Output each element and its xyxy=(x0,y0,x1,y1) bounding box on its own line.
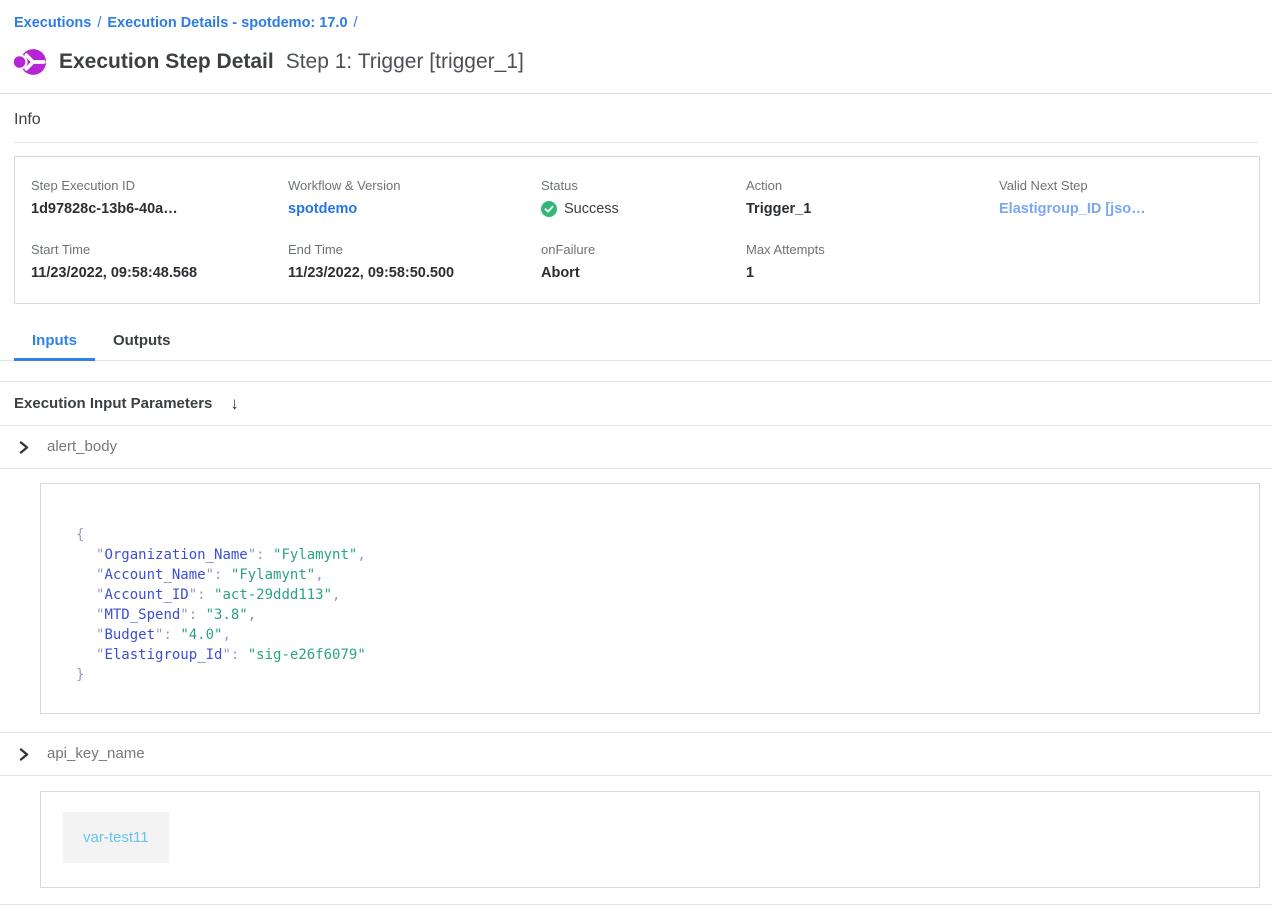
field-label: Status xyxy=(541,178,746,193)
field-label: Action xyxy=(746,178,999,193)
field-end-time: End Time 11/23/2022, 09:58:50.500 xyxy=(288,242,541,281)
param-label-alert-body: alert_body xyxy=(47,438,117,455)
field-label: End Time xyxy=(288,242,541,257)
execution-input-parameters-header: Execution Input Parameters ↓ xyxy=(0,382,1272,426)
field-step-execution-id: Step Execution ID 1d97828c-13b6-40a… xyxy=(31,178,288,217)
step-execution-id-value: 1d97828c-13b6-40a… xyxy=(31,201,288,217)
page-header: Execution Step Detail Step 1: Trigger [t… xyxy=(0,31,1272,77)
status-text: Success xyxy=(564,201,619,217)
valid-next-step-link[interactable]: Elastigroup_ID [jso… xyxy=(999,201,1243,217)
max-attempts-value: 1 xyxy=(746,265,999,281)
field-label: Step Execution ID xyxy=(31,178,288,193)
end-time-value: 11/23/2022, 09:58:50.500 xyxy=(288,265,541,281)
tab-inputs[interactable]: Inputs xyxy=(14,326,95,361)
json-code: {"Organization_Name": "Fylamynt","Accoun… xyxy=(76,525,1224,685)
api-key-name-value-box: var-test11 xyxy=(40,791,1260,888)
breadcrumb: Executions / Execution Details - spotdemo:… xyxy=(0,0,1272,31)
start-time-value: 11/23/2022, 09:58:48.568 xyxy=(31,265,288,281)
field-label: onFailure xyxy=(541,242,746,257)
breadcrumb-link-executions[interactable]: Executions xyxy=(14,15,91,31)
info-card: Step Execution ID 1d97828c-13b6-40a… Wor… xyxy=(14,156,1260,304)
brand-branch-icon xyxy=(14,47,47,77)
execution-step-detail-page: Executions / Execution Details - spotdemo:… xyxy=(0,0,1272,919)
param-row-api-key-name[interactable]: api_key_name xyxy=(0,732,1272,776)
success-check-icon xyxy=(541,201,557,217)
param-label-api-key-name: api_key_name xyxy=(47,745,145,762)
field-label: Workflow & Version xyxy=(288,178,541,193)
breadcrumb-separator-trailing: / xyxy=(354,15,358,31)
tab-outputs[interactable]: Outputs xyxy=(95,326,189,360)
field-max-attempts: Max Attempts 1 xyxy=(746,242,999,281)
field-label: Valid Next Step xyxy=(999,178,1243,193)
collapse-arrow-down-icon[interactable]: ↓ xyxy=(230,395,239,412)
api-key-name-value-chip: var-test11 xyxy=(63,812,169,863)
execution-input-parameters-panel: Execution Input Parameters ↓ alert_body … xyxy=(0,381,1272,919)
execution-input-parameters-label: Execution Input Parameters xyxy=(14,395,212,412)
action-value: Trigger_1 xyxy=(746,201,999,217)
breadcrumb-link-execution-details[interactable]: Execution Details - spotdemo: 17.0 xyxy=(107,15,347,31)
chevron-right-icon[interactable] xyxy=(18,748,30,760)
inputs-outputs-tabbar: Inputs Outputs xyxy=(0,326,1272,361)
workflow-version-link[interactable]: spotdemo xyxy=(288,201,541,217)
breadcrumb-separator: / xyxy=(97,15,101,31)
param-row-alert-body[interactable]: alert_body xyxy=(0,426,1272,469)
field-valid-next-step: Valid Next Step Elastigroup_ID [jso… xyxy=(999,178,1243,217)
info-section-heading: Info xyxy=(14,94,1258,143)
chevron-right-icon[interactable] xyxy=(18,441,30,453)
field-action: Action Trigger_1 xyxy=(746,178,999,217)
field-workflow-version: Workflow & Version spotdemo xyxy=(288,178,541,217)
page-subtitle: Step 1: Trigger [trigger_1] xyxy=(286,50,524,74)
field-start-time: Start Time 11/23/2022, 09:58:48.568 xyxy=(31,242,288,281)
param-row-api-key-value[interactable]: api_key_value xyxy=(0,904,1272,919)
field-on-failure: onFailure Abort xyxy=(541,242,746,281)
status-value: Success xyxy=(541,201,746,217)
page-title: Execution Step Detail xyxy=(59,50,274,74)
field-label: Max Attempts xyxy=(746,242,999,257)
field-status: Status Success xyxy=(541,178,746,217)
field-label: Start Time xyxy=(31,242,288,257)
alert-body-value-box: {"Organization_Name": "Fylamynt","Accoun… xyxy=(40,483,1260,714)
field-empty xyxy=(999,242,1243,281)
on-failure-value: Abort xyxy=(541,265,746,281)
info-section: Info xyxy=(0,94,1272,143)
